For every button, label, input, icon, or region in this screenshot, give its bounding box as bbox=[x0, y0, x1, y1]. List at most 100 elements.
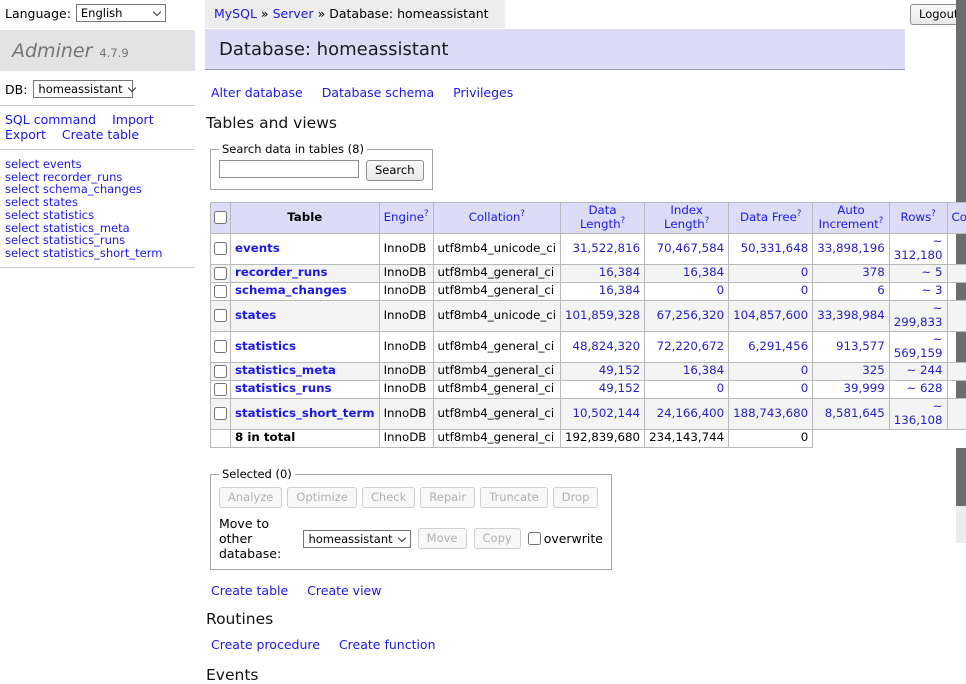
row-checkbox[interactable] bbox=[214, 285, 227, 298]
move-db-select-value: homeassistant bbox=[308, 532, 392, 546]
sidebar-action-link[interactable]: Export bbox=[5, 127, 46, 142]
column-sort-link[interactable]: Data Free bbox=[740, 210, 797, 224]
analyze-button[interactable]: Analyze bbox=[219, 487, 282, 508]
table-header-row: TableEngine?Collation?Data Length?Index … bbox=[211, 203, 966, 234]
column-sort-link[interactable]: Index Length bbox=[664, 203, 705, 231]
column-help-link[interactable]: ? bbox=[424, 209, 429, 219]
search-button[interactable]: Search bbox=[366, 160, 424, 181]
language-select[interactable]: English bbox=[76, 4, 166, 22]
index-length-cell: 67,256,320 bbox=[645, 301, 729, 332]
column-sort-link[interactable]: Rows bbox=[901, 210, 932, 224]
header-checkbox-cell bbox=[211, 203, 231, 234]
column-sort-link[interactable]: Comment bbox=[952, 210, 966, 224]
index-length-cell: 0 bbox=[645, 381, 729, 399]
index-length-cell: 0 bbox=[645, 283, 729, 301]
data-length-cell: 101,859,328 bbox=[561, 301, 645, 332]
column-help-link[interactable]: ? bbox=[879, 216, 884, 226]
auto-increment-cell: 33,398,984 bbox=[813, 301, 890, 332]
table-link[interactable]: statistics_meta bbox=[235, 363, 336, 377]
column-help-link[interactable]: ? bbox=[520, 209, 525, 219]
comment-cell bbox=[947, 301, 966, 332]
table-link[interactable]: statistics_short_term bbox=[235, 406, 375, 420]
db-select[interactable]: homeassistant bbox=[33, 80, 133, 98]
column-help-link[interactable]: ? bbox=[797, 209, 802, 219]
search-input[interactable] bbox=[219, 160, 359, 178]
breadcrumb-link[interactable]: MySQL bbox=[214, 6, 257, 21]
collation-cell: utf8mb4_general_ci bbox=[433, 399, 561, 430]
selected-legend: Selected (0) bbox=[219, 467, 295, 481]
row-checkbox[interactable] bbox=[214, 267, 227, 280]
table-select-list: select eventsselect recorder_runsselect … bbox=[5, 158, 195, 260]
drop-button[interactable]: Drop bbox=[553, 487, 599, 508]
create-link[interactable]: Create table bbox=[211, 583, 288, 598]
rows-cell: ~ 5 bbox=[889, 265, 947, 283]
column-help-link[interactable]: ? bbox=[621, 216, 626, 226]
row-checkbox[interactable] bbox=[214, 340, 227, 353]
sidebar-select-link[interactable]: select statistics bbox=[5, 209, 195, 222]
table-link[interactable]: statistics_runs bbox=[235, 381, 332, 395]
column-header-collation: Collation? bbox=[433, 203, 561, 234]
column-header-data-free: Data Free? bbox=[729, 203, 813, 234]
select-all-checkbox[interactable] bbox=[214, 211, 227, 224]
auto-increment-cell: 378 bbox=[813, 265, 890, 283]
database-action-link[interactable]: Alter database bbox=[211, 85, 303, 100]
total-empty-cell bbox=[211, 430, 231, 448]
data-free-cell: 0 bbox=[729, 283, 813, 301]
rows-cell: ~ 3 bbox=[889, 283, 947, 301]
column-sort-link[interactable]: Data Length bbox=[580, 203, 621, 231]
table-link[interactable]: recorder_runs bbox=[235, 265, 328, 279]
copy-button[interactable]: Copy bbox=[474, 528, 521, 549]
row-checkbox[interactable] bbox=[214, 383, 227, 396]
data-free-cell: 50,331,648 bbox=[729, 234, 813, 265]
optimize-button[interactable]: Optimize bbox=[287, 487, 357, 508]
data-length-cell: 49,152 bbox=[561, 363, 645, 381]
check-button[interactable]: Check bbox=[362, 487, 415, 508]
column-help-link[interactable]: ? bbox=[931, 209, 936, 219]
sidebar-action-link[interactable]: SQL command bbox=[5, 112, 96, 127]
table-link[interactable]: states bbox=[235, 308, 276, 322]
table-header-row: TableEngine?Collation?Data Length?Index … bbox=[211, 203, 966, 234]
table-link[interactable]: events bbox=[235, 241, 280, 255]
main-content: Database: homeassistant Alter databaseDa… bbox=[205, 29, 905, 684]
index-length-cell: 16,384 bbox=[645, 265, 729, 283]
rows-cell: ~ 628 bbox=[889, 381, 947, 399]
row-checkbox[interactable] bbox=[214, 309, 227, 322]
move-db-select[interactable]: homeassistant bbox=[303, 530, 410, 548]
table-link[interactable]: statistics bbox=[235, 339, 296, 353]
routine-link[interactable]: Create function bbox=[339, 637, 436, 652]
row-checkbox[interactable] bbox=[214, 242, 227, 255]
truncate-button[interactable]: Truncate bbox=[480, 487, 548, 508]
move-button[interactable]: Move bbox=[418, 528, 467, 549]
table-link[interactable]: schema_changes bbox=[235, 283, 347, 297]
collation-cell: utf8mb4_unicode_ci bbox=[433, 301, 561, 332]
overwrite-option: overwrite bbox=[528, 531, 603, 546]
column-sort-link[interactable]: Collation bbox=[469, 210, 521, 224]
index-length-cell: 16,384 bbox=[645, 363, 729, 381]
sidebar-select-link[interactable]: select statistics_short_term bbox=[5, 247, 195, 260]
column-sort-link[interactable]: Engine bbox=[384, 210, 424, 224]
comment-cell bbox=[947, 363, 966, 381]
sidebar-action-link[interactable]: Import bbox=[112, 112, 154, 127]
row-checkbox[interactable] bbox=[214, 407, 227, 420]
breadcrumb-link[interactable]: Server bbox=[273, 6, 314, 21]
logo-title[interactable]: Adminer bbox=[12, 40, 92, 62]
overwrite-checkbox[interactable] bbox=[528, 532, 541, 545]
create-link[interactable]: Create view bbox=[307, 583, 381, 598]
sidebar-select-link[interactable]: select states bbox=[5, 196, 195, 209]
engine-cell: InnoDB bbox=[379, 399, 433, 430]
data-length-cell: 48,824,320 bbox=[561, 332, 645, 363]
sidebar-select-link[interactable]: select events bbox=[5, 158, 195, 171]
database-action-link[interactable]: Database schema bbox=[322, 85, 434, 100]
db-select-value: homeassistant bbox=[38, 82, 122, 96]
repair-button[interactable]: Repair bbox=[420, 487, 475, 508]
routine-links: Create procedure Create function bbox=[211, 637, 905, 652]
routine-link[interactable]: Create procedure bbox=[211, 637, 320, 652]
db-selector-row: DB: homeassistant bbox=[5, 80, 195, 98]
sidebar-action-link[interactable]: Create table bbox=[62, 127, 139, 142]
collation-cell: utf8mb4_unicode_ci bbox=[433, 234, 561, 265]
column-sort-link[interactable]: Auto Increment bbox=[819, 203, 879, 231]
column-help-link[interactable]: ? bbox=[705, 216, 710, 226]
row-checkbox[interactable] bbox=[214, 365, 227, 378]
collation-cell: utf8mb4_general_ci bbox=[433, 265, 561, 283]
database-action-link[interactable]: Privileges bbox=[453, 85, 513, 100]
